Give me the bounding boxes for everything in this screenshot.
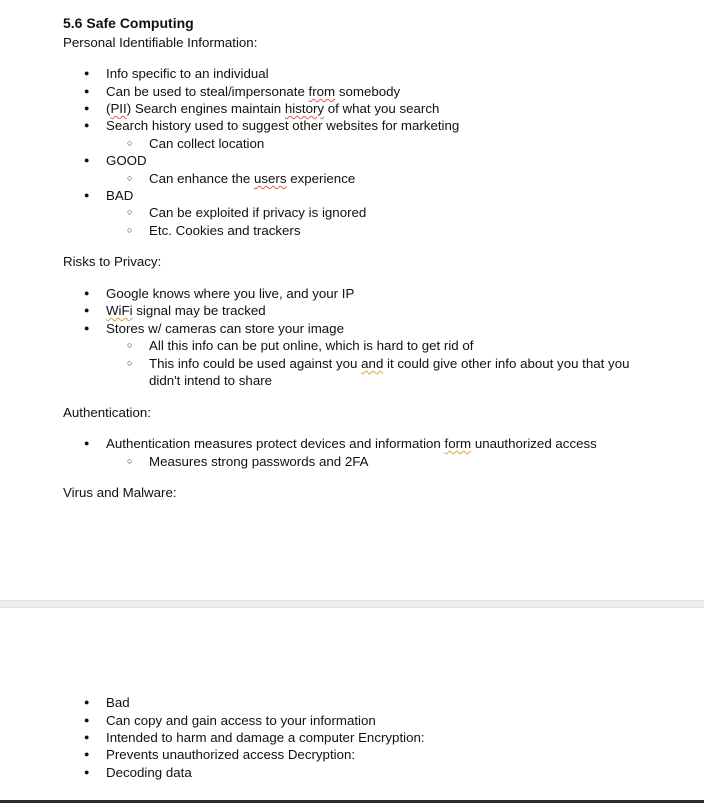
sub-list-item-continuation: didn't intend to share bbox=[149, 373, 273, 388]
risks-heading: Risks to Privacy: bbox=[63, 254, 162, 269]
grammar-flag: WiFi bbox=[106, 303, 133, 318]
spelling-flag: PII bbox=[110, 101, 127, 116]
document-page-1: 5.6 Safe Computing Personal Identifiable… bbox=[0, 0, 704, 600]
page-break bbox=[0, 600, 704, 608]
grammar-flag: form bbox=[444, 436, 472, 451]
grammar-flag: and bbox=[361, 356, 384, 371]
virus-heading: Virus and Malware: bbox=[63, 485, 177, 500]
section-title: 5.6 Safe Computing bbox=[63, 15, 194, 31]
auth-heading: Authentication: bbox=[63, 405, 151, 420]
pii-heading: Personal Identifiable Information: bbox=[63, 35, 258, 50]
spelling-flag: users bbox=[253, 171, 287, 186]
spelling-flag: from bbox=[308, 84, 336, 99]
document-page-2: Bad Can copy and gain access to your inf… bbox=[0, 608, 704, 801]
spelling-flag: history bbox=[284, 101, 325, 116]
